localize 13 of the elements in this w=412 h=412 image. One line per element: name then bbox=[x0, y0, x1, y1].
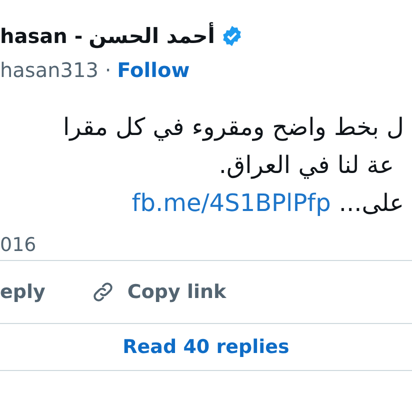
tweet-date: 016 bbox=[0, 234, 38, 258]
link-icon bbox=[91, 280, 116, 304]
follow-link[interactable]: Follow bbox=[117, 58, 190, 82]
author-name-arabic: أحمد الحسن bbox=[88, 24, 215, 48]
tweet-text: ل بخط واضح ومقروء في كل مقرا bbox=[63, 112, 404, 143]
read-replies-link[interactable]: Read 40 replies bbox=[122, 324, 290, 370]
author-handle: hasan313 · bbox=[0, 58, 112, 82]
reply-button[interactable]: eply bbox=[0, 281, 46, 303]
tweet-text: عة لنا في العراق. bbox=[218, 150, 394, 181]
author-name: hasan - bbox=[0, 24, 83, 48]
tweet-text: على... bbox=[338, 189, 404, 217]
tweet-link[interactable]: fb.me/4S1BPlPfp bbox=[132, 189, 331, 217]
copy-link-button[interactable]: Copy link bbox=[91, 280, 226, 304]
